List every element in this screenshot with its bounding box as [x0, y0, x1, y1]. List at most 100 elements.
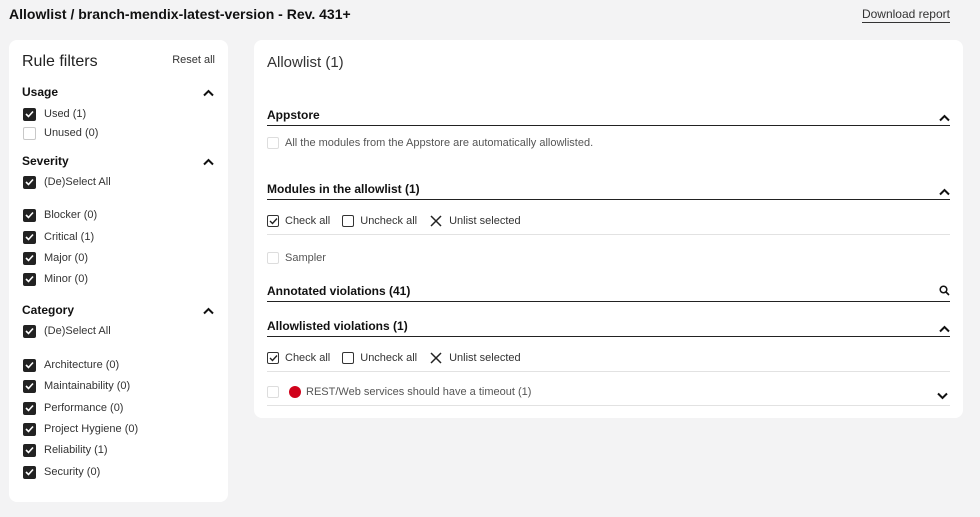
module-row-sampler[interactable]: Sampler	[267, 252, 326, 264]
filter-label: (De)Select All	[44, 176, 111, 188]
checkbox-checked	[23, 379, 36, 393]
filter-label: Performance (0)	[44, 402, 124, 414]
category-section-toggle[interactable]: Category	[22, 301, 216, 317]
page-title: Allowlist / branch-mendix-latest-version…	[9, 6, 351, 22]
checkbox-checked	[23, 401, 36, 415]
allowlisted-violations-section-toggle[interactable]: Allowlisted violations (1)	[267, 317, 950, 337]
appstore-note: All the modules from the Appstore are au…	[285, 137, 594, 149]
violations-unlist-selected-button[interactable]: Unlist selected	[429, 351, 521, 365]
filter-used-checkbox[interactable]: Used (1)	[23, 106, 86, 122]
checkbox-checked	[23, 422, 36, 436]
checkbox-checked	[23, 175, 36, 189]
filter-label: Critical (1)	[44, 231, 95, 243]
modules-unlist-selected-button[interactable]: Unlist selected	[429, 214, 521, 228]
filter-maintainability-checkbox[interactable]: Maintainability (0)	[23, 378, 130, 394]
chevron-up-icon	[939, 109, 950, 127]
chevron-up-icon	[203, 302, 214, 320]
filter-blocker-checkbox[interactable]: Blocker (0)	[23, 207, 97, 223]
appstore-section-toggle[interactable]: Appstore	[267, 106, 950, 126]
filter-label: Unused (0)	[44, 127, 99, 139]
rule-filters-title: Rule filters	[22, 53, 98, 70]
filter-project-hygiene-checkbox[interactable]: Project Hygiene (0)	[23, 421, 138, 437]
filter-major-checkbox[interactable]: Major (0)	[23, 250, 88, 266]
filter-critical-checkbox[interactable]: Critical (1)	[23, 229, 94, 245]
filter-performance-checkbox[interactable]: Performance (0)	[23, 400, 123, 416]
violations-uncheck-all-button[interactable]: Uncheck all	[342, 352, 417, 364]
checkbox-checked	[23, 107, 36, 121]
chevron-down-icon[interactable]	[937, 387, 948, 405]
checkbox-checked	[23, 358, 36, 372]
checkbox-empty-icon	[342, 352, 355, 364]
chevron-up-icon	[939, 183, 950, 201]
filter-label: Major (0)	[44, 252, 89, 264]
filter-label: Security (0)	[44, 466, 101, 478]
chevron-up-icon	[203, 84, 214, 102]
allowlist-panel: Allowlist (1) Appstore All the modules f…	[254, 40, 963, 418]
severity-heading: Severity	[22, 154, 69, 168]
violation-checkbox[interactable]	[267, 385, 279, 398]
usage-heading: Usage	[22, 85, 59, 99]
modules-uncheck-all-button[interactable]: Uncheck all	[342, 215, 417, 227]
filter-label: Architecture (0)	[44, 359, 120, 371]
checkbox-checked	[23, 324, 36, 338]
violations-check-all-button[interactable]: Check all	[267, 352, 330, 364]
checkbox-checked	[23, 443, 36, 457]
category-select-all-checkbox[interactable]: (De)Select All	[23, 323, 111, 339]
checkbox-checked	[23, 272, 36, 286]
filter-label: Project Hygiene (0)	[44, 423, 139, 435]
filter-label: Minor (0)	[44, 273, 89, 285]
filter-label: Reliability (1)	[44, 444, 108, 456]
filter-unused-checkbox[interactable]: Unused (0)	[23, 125, 98, 141]
violation-row[interactable]: REST/Web services should have a timeout …	[267, 378, 950, 406]
checkbox-checked	[23, 230, 36, 244]
close-icon	[429, 214, 443, 228]
check-all-label: Check all	[285, 352, 331, 364]
annotated-violations-section[interactable]: Annotated violations (41)	[267, 282, 950, 302]
appstore-note-row: All the modules from the Appstore are au…	[267, 137, 593, 149]
filter-label: (De)Select All	[44, 325, 111, 337]
violations-actions-bar: Check all Uncheck all Unlist selected	[267, 345, 950, 372]
filter-label: Maintainability (0)	[44, 380, 131, 392]
allowlisted-violations-heading: Allowlisted violations (1)	[267, 319, 408, 333]
download-report-link[interactable]: Download report	[861, 7, 950, 23]
modules-check-all-button[interactable]: Check all	[267, 215, 330, 227]
module-name: Sampler	[285, 252, 326, 264]
severity-section-toggle[interactable]: Severity	[22, 152, 216, 168]
module-checkbox[interactable]	[267, 252, 279, 264]
filter-security-checkbox[interactable]: Security (0)	[23, 464, 100, 480]
unlist-selected-label: Unlist selected	[449, 352, 521, 364]
severity-dot-icon	[289, 385, 301, 398]
close-icon	[429, 351, 443, 365]
chevron-up-icon	[203, 153, 214, 171]
checkbox-checked	[23, 208, 36, 222]
reset-all-button[interactable]: Reset all	[172, 54, 215, 66]
filter-architecture-checkbox[interactable]: Architecture (0)	[23, 357, 119, 373]
modules-section-toggle[interactable]: Modules in the allowlist (1)	[267, 180, 950, 200]
usage-section-toggle[interactable]: Usage	[22, 83, 216, 99]
search-icon[interactable]	[939, 283, 950, 301]
rule-filters-panel: Rule filters Reset all Usage Used (1) Un…	[9, 40, 228, 502]
checkbox-checked	[23, 251, 36, 265]
filter-label: Used (1)	[44, 108, 87, 120]
disabled-checkbox	[267, 137, 279, 149]
annotated-violations-heading: Annotated violations (41)	[267, 284, 411, 298]
checkbox-checked-icon	[267, 352, 279, 364]
uncheck-all-label: Uncheck all	[360, 352, 418, 364]
unlist-selected-label: Unlist selected	[449, 215, 521, 227]
modules-heading: Modules in the allowlist (1)	[267, 182, 420, 196]
checkbox-empty-icon	[342, 215, 355, 227]
category-heading: Category	[22, 303, 75, 317]
checkbox-checked	[23, 465, 36, 479]
check-all-label: Check all	[285, 215, 331, 227]
allowlist-title: Allowlist (1)	[267, 54, 344, 71]
violation-label: REST/Web services should have a timeout …	[306, 385, 532, 398]
uncheck-all-label: Uncheck all	[360, 215, 418, 227]
appstore-heading: Appstore	[267, 108, 320, 122]
filter-reliability-checkbox[interactable]: Reliability (1)	[23, 442, 108, 458]
checkbox-unchecked	[23, 126, 36, 140]
modules-actions-bar: Check all Uncheck all Unlist selected	[267, 208, 950, 235]
severity-select-all-checkbox[interactable]: (De)Select All	[23, 174, 111, 190]
checkbox-checked-icon	[267, 215, 279, 227]
chevron-up-icon	[939, 320, 950, 338]
filter-minor-checkbox[interactable]: Minor (0)	[23, 271, 88, 287]
